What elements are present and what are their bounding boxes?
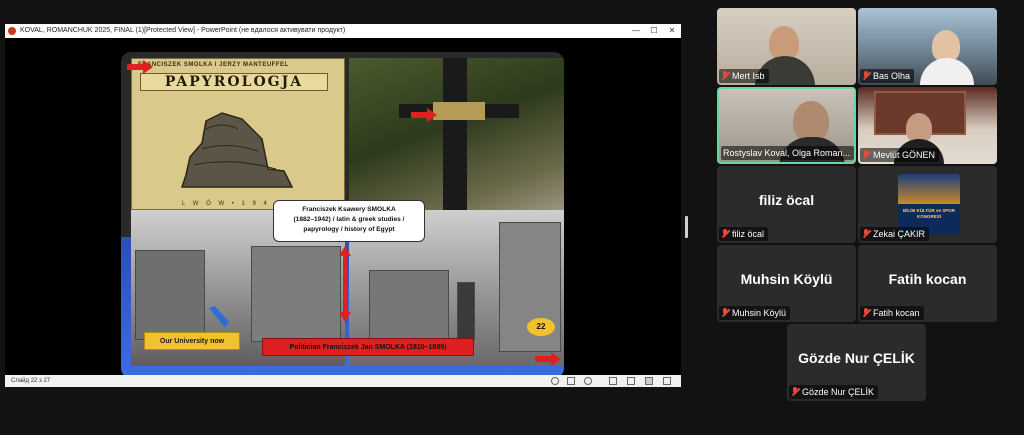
participant-tile[interactable]: Gözde Nur ÇELİK Gözde Nur ÇELİK: [787, 324, 926, 401]
grave-cross-image: [349, 58, 564, 210]
slide: FRANCISZEK SMOLKA i JERZY MANTEUFFEL PAP…: [121, 52, 564, 378]
participant-tile[interactable]: Mevlüt GÖNEN: [858, 87, 997, 164]
shared-screen: KOVAL, ROMANCHUK 2025, FINAL (1)[Protect…: [5, 24, 681, 387]
caption-line: Franciszek Ksawery SMOLKA: [302, 206, 396, 213]
participant-tile[interactable]: filiz öcal filiz öcal: [717, 166, 856, 243]
cursor-icon: [584, 377, 592, 385]
close-button[interactable]: ✕: [663, 24, 681, 38]
participant-name-tag: Bas Olha: [860, 69, 915, 83]
participant-name-tag: Rostyslav Koval, Olga Roman...: [721, 146, 854, 160]
participant-avatar-name: Gözde Nur ÇELİK: [798, 350, 915, 366]
building: [369, 270, 449, 340]
participant-name: Zekai ÇAKIR: [873, 229, 926, 239]
participant-video: [769, 26, 799, 60]
participant-name-tag: Zekai ÇAKIR: [860, 227, 930, 241]
participant-name: filiz öcal: [732, 229, 765, 239]
participant-name: Rostyslav Koval, Olga Roman...: [723, 148, 851, 158]
powerpoint-logo-icon: [8, 27, 16, 35]
double-arrow-icon: [339, 246, 351, 322]
politician-label: Politician Franciszek Jan SMOLKA (1810–1…: [262, 338, 474, 356]
mic-muted-icon: [862, 71, 870, 80]
participant-name: Muhsin Köylü: [732, 308, 787, 318]
book-title: PAPYROLOGJA: [140, 73, 328, 91]
participant-name-tag: Fatih kocan: [860, 306, 924, 320]
participant-name-tag: Muhsin Köylü: [719, 306, 791, 320]
participant-video: [793, 101, 829, 141]
slideshow-icon[interactable]: [663, 377, 671, 385]
accessibility-icon[interactable]: [551, 377, 559, 385]
caption-line: (1882–1942) / latin & greek studies /: [293, 216, 405, 223]
participant-tile[interactable]: BİLİM KÜLTÜR ve SPOR KONGRESİ Zekai ÇAKI…: [858, 166, 997, 243]
participant-avatar-name: Muhsin Köylü: [740, 271, 833, 287]
participant-video: [920, 58, 974, 85]
maximize-button[interactable]: ☐: [645, 24, 663, 38]
book-authors: FRANCISZEK SMOLKA i JERZY MANTEUFFEL: [138, 62, 289, 68]
caption-box: Franciszek Ksawery SMOLKA (1882–1942) / …: [273, 200, 425, 242]
mic-muted-icon: [721, 229, 729, 238]
participant-name-tag: Mert Isb: [719, 69, 769, 83]
participant-name-tag: Mevlüt GÖNEN: [860, 148, 940, 162]
logo-image: [898, 174, 960, 204]
blue-arrow-icon: [209, 306, 229, 328]
participant-name: Mert Isb: [732, 71, 765, 81]
mic-muted-icon: [862, 308, 870, 317]
participant-tile[interactable]: Bas Olha: [858, 8, 997, 85]
cross-vertical: [443, 58, 467, 210]
ppt-title-bar: KOVAL, ROMANCHUK 2025, FINAL (1)[Protect…: [5, 24, 681, 38]
meeting-window: KOVAL, ROMANCHUK 2025, FINAL (1)[Protect…: [0, 0, 1024, 435]
ppt-status-bar: Слайд 22 з 27: [5, 375, 681, 387]
mic-muted-icon: [862, 150, 870, 159]
ppt-window-title: KOVAL, ROMANCHUK 2025, FINAL (1)[Protect…: [20, 27, 346, 34]
caption-line: papyrology / history of Egypt: [303, 226, 395, 233]
participant-name: Fatih kocan: [873, 308, 920, 318]
participant-tile[interactable]: Mert Isb: [717, 8, 856, 85]
normal-view-icon[interactable]: [609, 377, 617, 385]
participant-avatar-name: Fatih kocan: [888, 271, 967, 287]
slide-canvas: FRANCISZEK SMOLKA i JERZY MANTEUFFEL PAP…: [5, 38, 681, 378]
participant-tile-active[interactable]: Rostyslav Koval, Olga Roman...: [717, 87, 856, 164]
mic-muted-icon: [862, 229, 870, 238]
congress-logo: BİLİM KÜLTÜR ve SPOR KONGRESİ: [898, 174, 960, 234]
minimize-button[interactable]: —: [627, 24, 645, 38]
reading-view-icon[interactable]: [645, 377, 653, 385]
slide-counter: Слайд 22 з 27: [11, 378, 51, 384]
participant-name: Gözde Nur ÇELİK: [802, 387, 875, 397]
mic-muted-icon: [721, 308, 729, 317]
red-arrow-icon: [411, 108, 437, 122]
book-imprint: L W Ó W • 1 9 4: [182, 201, 270, 207]
participant-tile[interactable]: Muhsin Köylü Muhsin Köylü: [717, 245, 856, 322]
slide-sorter-icon[interactable]: [627, 377, 635, 385]
building: [135, 250, 205, 340]
notes-icon[interactable]: [567, 377, 575, 385]
participant-name: Bas Olha: [873, 71, 911, 81]
participant-avatar-name: filiz öcal: [758, 192, 815, 208]
mic-muted-icon: [721, 71, 729, 80]
participant-name: Mevlüt GÖNEN: [873, 150, 936, 160]
mic-muted-icon: [791, 387, 799, 396]
book-cover-image: FRANCISZEK SMOLKA i JERZY MANTEUFFEL PAP…: [131, 58, 345, 210]
slide-number-badge: 22: [527, 318, 555, 336]
participant-tile[interactable]: Fatih kocan Fatih kocan: [858, 245, 997, 322]
building: [251, 246, 341, 342]
university-label: Our University now: [144, 332, 240, 350]
logo-text: BİLİM KÜLTÜR ve SPOR KONGRESİ: [903, 208, 955, 219]
red-arrow-icon: [535, 352, 561, 366]
red-arrow-icon: [127, 60, 153, 74]
monument: [457, 282, 475, 340]
cross-plaque: [433, 102, 485, 120]
participant-name-tag: Gözde Nur ÇELİK: [789, 385, 879, 399]
sculpture-image: [180, 112, 294, 188]
splitter-handle[interactable]: [685, 216, 688, 238]
participant-name-tag: filiz öcal: [719, 227, 769, 241]
